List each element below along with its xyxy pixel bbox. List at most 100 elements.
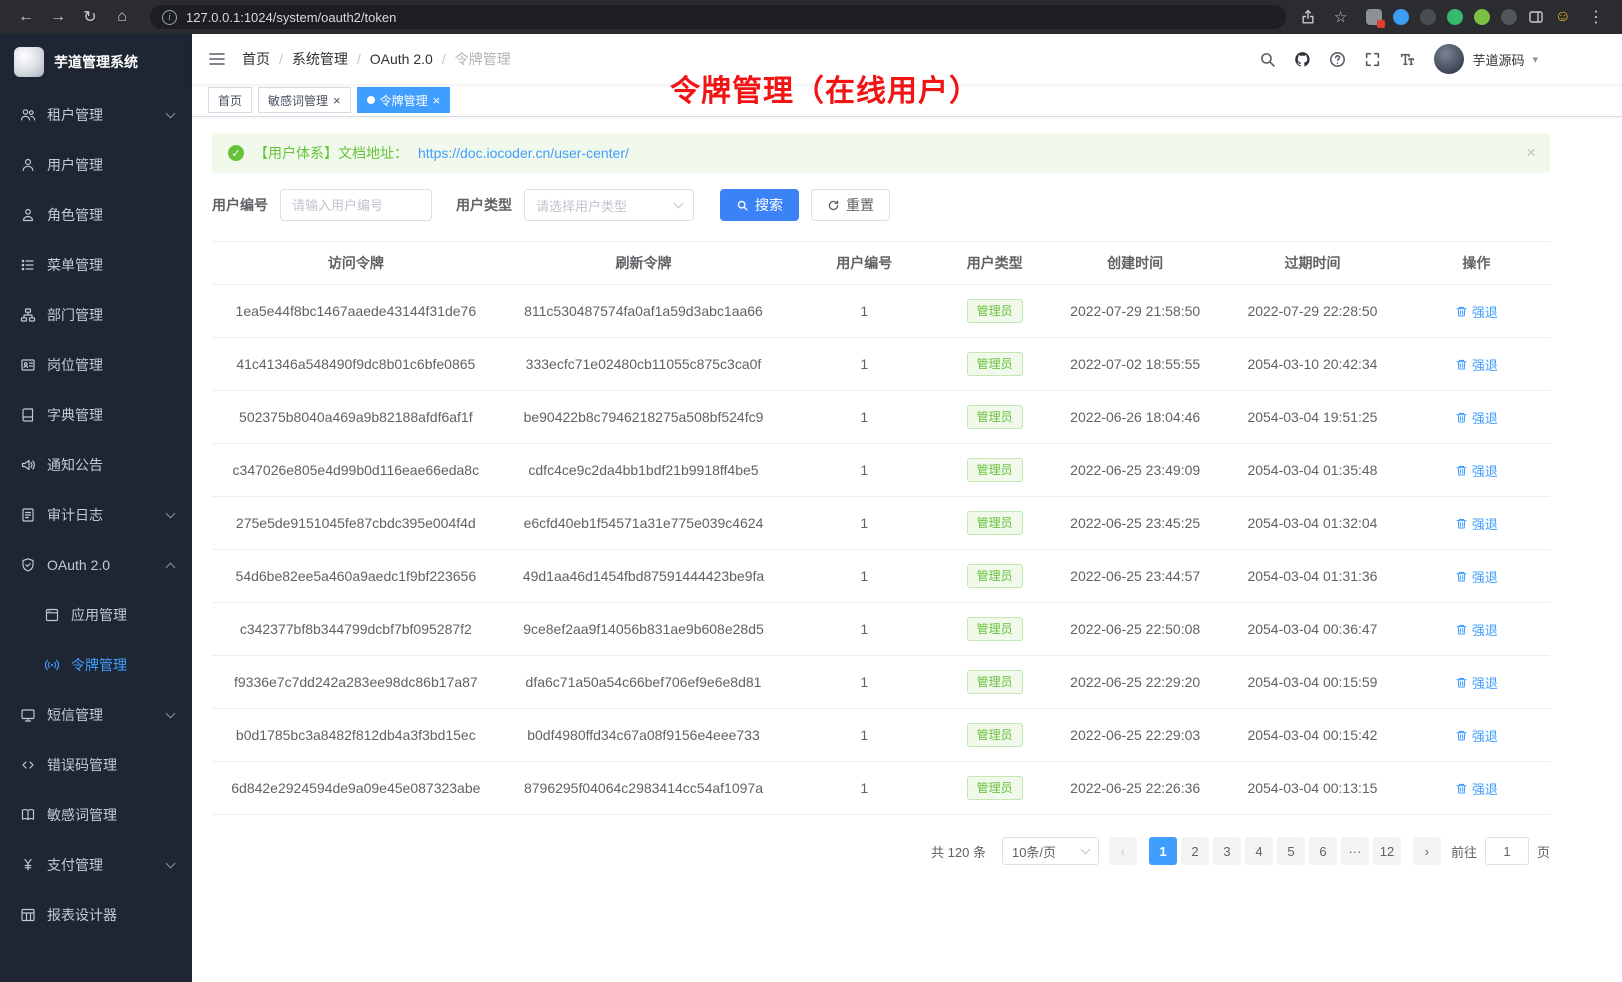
sidebar-item-label: 报表设计器 bbox=[47, 905, 174, 925]
page-button-6[interactable]: 6 bbox=[1309, 837, 1337, 865]
sidebar-item-notice[interactable]: 通知公告 bbox=[0, 440, 192, 490]
trash-icon bbox=[1455, 517, 1468, 530]
sidebar-item-oauth[interactable]: OAuth 2.0 bbox=[0, 540, 192, 590]
pagination: 共 120 条 10条/页 ‹ 123456···12 › 前往 页 bbox=[212, 837, 1550, 865]
browser-menu-icon[interactable]: ⋮ bbox=[1582, 7, 1610, 27]
cell-user-id: 1 bbox=[787, 338, 941, 391]
cell-user-id: 1 bbox=[787, 497, 941, 550]
next-page-button[interactable]: › bbox=[1413, 837, 1441, 865]
more-pages-button[interactable]: ··· bbox=[1341, 837, 1369, 865]
cell-refresh-token: cdfc4ce9c2da4bb1bdf21b9918ff4be5 bbox=[500, 444, 788, 497]
banner-close-icon[interactable]: × bbox=[1526, 143, 1536, 163]
oauth-icon bbox=[20, 557, 36, 573]
breadcrumb-separator: / bbox=[357, 51, 361, 67]
tenant-icon bbox=[20, 107, 36, 123]
force-logout-button[interactable]: 强退 bbox=[1455, 779, 1498, 798]
browser-forward-icon[interactable]: → bbox=[44, 8, 72, 26]
sidebar-item-dict[interactable]: 字典管理 bbox=[0, 390, 192, 440]
github-icon[interactable] bbox=[1294, 51, 1311, 68]
doc-link[interactable]: https://doc.iocoder.cn/user-center/ bbox=[418, 145, 629, 161]
table-row: 54d6be82ee5a460a9aedc1f9bf22365649d1aa46… bbox=[212, 550, 1550, 603]
goto-page-input[interactable] bbox=[1486, 844, 1528, 859]
browser-back-icon[interactable]: ← bbox=[12, 8, 40, 26]
username: 芋道源码 bbox=[1472, 50, 1524, 69]
extension-icon-5[interactable] bbox=[1474, 9, 1490, 25]
search-icon[interactable] bbox=[1259, 51, 1276, 68]
prev-page-button[interactable]: ‹ bbox=[1109, 837, 1137, 865]
force-logout-button[interactable]: 强退 bbox=[1455, 302, 1498, 321]
force-logout-button[interactable]: 强退 bbox=[1455, 408, 1498, 427]
sidebar-item-tenant[interactable]: 租户管理 bbox=[0, 90, 192, 140]
breadcrumb-item-1[interactable]: 系统管理 bbox=[292, 49, 348, 69]
sidebar-collapse-button[interactable] bbox=[208, 50, 226, 68]
help-icon[interactable] bbox=[1329, 51, 1346, 68]
sidebar-item-audit[interactable]: 审计日志 bbox=[0, 490, 192, 540]
force-logout-button[interactable]: 强退 bbox=[1455, 567, 1498, 586]
breadcrumb-item-0[interactable]: 首页 bbox=[242, 49, 270, 69]
url-bar[interactable]: i 127.0.0.1:1024/system/oauth2/token bbox=[150, 5, 1286, 29]
extension-icon-2[interactable] bbox=[1393, 9, 1409, 25]
success-check-icon: ✓ bbox=[228, 145, 244, 161]
tab-home[interactable]: 首页 bbox=[208, 87, 252, 113]
fullscreen-icon[interactable] bbox=[1364, 51, 1381, 68]
browser-reload-icon[interactable]: ↻ bbox=[76, 7, 104, 27]
sidebar-item-post[interactable]: 岗位管理 bbox=[0, 340, 192, 390]
table-row: c342377bf8b344799dcbf7bf095287f29ce8ef2a… bbox=[212, 603, 1550, 656]
cell-create-time: 2022-06-25 23:49:09 bbox=[1048, 444, 1222, 497]
font-size-icon[interactable] bbox=[1399, 51, 1416, 68]
extension-icon-4[interactable] bbox=[1447, 9, 1463, 25]
sidebar-item-oauth-app[interactable]: 应用管理 bbox=[0, 590, 192, 640]
tab-close-icon[interactable]: × bbox=[333, 94, 341, 107]
user-id-input[interactable] bbox=[292, 198, 420, 213]
sidebar-item-user[interactable]: 用户管理 bbox=[0, 140, 192, 190]
sidebar-item-dept[interactable]: 部门管理 bbox=[0, 290, 192, 340]
force-logout-button[interactable]: 强退 bbox=[1455, 355, 1498, 374]
page-button-2[interactable]: 2 bbox=[1181, 837, 1209, 865]
page-button-4[interactable]: 4 bbox=[1245, 837, 1273, 865]
sidebar-item-pay[interactable]: 支付管理 bbox=[0, 840, 192, 890]
force-logout-button[interactable]: 强退 bbox=[1455, 673, 1498, 692]
sidebar-item-role[interactable]: 角色管理 bbox=[0, 190, 192, 240]
share-icon[interactable] bbox=[1300, 9, 1316, 25]
cell-access-token: c347026e805e4d99b0d116eae66eda8c bbox=[212, 444, 500, 497]
tab-sensitive-word[interactable]: 敏感词管理× bbox=[258, 87, 351, 113]
sidebar-item-oauth-token[interactable]: 令牌管理 bbox=[0, 640, 192, 690]
active-tab-dot bbox=[367, 96, 375, 104]
page-size-select[interactable]: 10条/页 bbox=[1002, 837, 1099, 865]
reset-button[interactable]: 重置 bbox=[811, 189, 890, 221]
user-type-select[interactable]: 请选择用户类型 bbox=[524, 189, 694, 221]
page-button-12[interactable]: 12 bbox=[1373, 837, 1401, 865]
search-button[interactable]: 搜索 bbox=[720, 189, 799, 221]
cell-user-id: 1 bbox=[787, 444, 941, 497]
force-logout-button[interactable]: 强退 bbox=[1455, 461, 1498, 480]
breadcrumb-item-2[interactable]: OAuth 2.0 bbox=[370, 51, 433, 67]
cell-expire-time: 2054-03-04 01:31:36 bbox=[1222, 550, 1403, 603]
tab-close-icon[interactable]: × bbox=[433, 94, 441, 107]
extension-icon-1[interactable] bbox=[1366, 9, 1382, 25]
extension-icon-3[interactable] bbox=[1420, 9, 1436, 25]
force-logout-button[interactable]: 强退 bbox=[1455, 514, 1498, 533]
site-info-icon[interactable]: i bbox=[162, 10, 177, 25]
sidebar-item-report[interactable]: 报表设计器 bbox=[0, 890, 192, 940]
page-button-3[interactable]: 3 bbox=[1213, 837, 1241, 865]
force-logout-button[interactable]: 强退 bbox=[1455, 726, 1498, 745]
extension-icon-6[interactable] bbox=[1501, 9, 1517, 25]
user-menu[interactable]: 芋道源码 ▾ bbox=[1434, 44, 1538, 74]
app-logo[interactable]: 芋道管理系统 bbox=[0, 34, 192, 90]
cell-refresh-token: dfa6c71a50a54c66bef706ef9e6e8d81 bbox=[500, 656, 788, 709]
sidebar-item-menu[interactable]: 菜单管理 bbox=[0, 240, 192, 290]
profile-avatar-icon[interactable]: ☺ bbox=[1555, 9, 1571, 25]
page-button-5[interactable]: 5 bbox=[1277, 837, 1305, 865]
user-icon bbox=[20, 157, 36, 173]
sidebar-item-sensitive[interactable]: 敏感词管理 bbox=[0, 790, 192, 840]
page-button-1[interactable]: 1 bbox=[1149, 837, 1177, 865]
force-logout-button[interactable]: 强退 bbox=[1455, 620, 1498, 639]
tab-token[interactable]: 令牌管理× bbox=[357, 87, 451, 113]
sidebar-item-errcode[interactable]: 错误码管理 bbox=[0, 740, 192, 790]
side-panel-icon[interactable] bbox=[1528, 9, 1544, 25]
bookmark-star-icon[interactable]: ☆ bbox=[1327, 8, 1355, 26]
sidebar-item-sms[interactable]: 短信管理 bbox=[0, 690, 192, 740]
notice-icon bbox=[20, 457, 36, 473]
browser-home-icon[interactable]: ⌂ bbox=[108, 8, 136, 26]
page-buttons: 123456···12 bbox=[1147, 837, 1403, 865]
